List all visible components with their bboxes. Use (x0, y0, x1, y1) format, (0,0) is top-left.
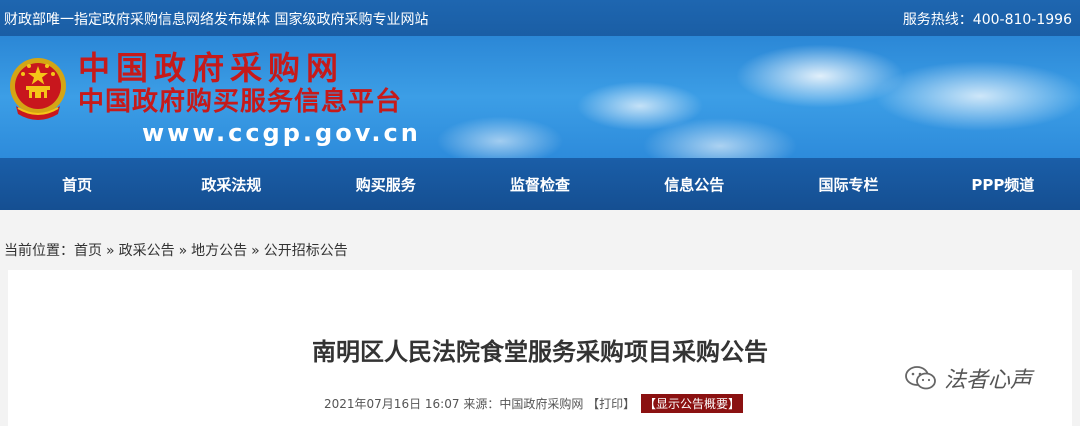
breadcrumb: 当前位置：首页» 政采公告» 地方公告» 公开招标公告 (4, 240, 348, 260)
wechat-watermark: 法者心声 (904, 362, 1032, 394)
site-title: 中国政府采购网 (78, 49, 345, 87)
nav-item-ppp[interactable]: PPP频道 (926, 158, 1080, 210)
site-subtitle: 中国政府购买服务信息平台 (78, 87, 403, 117)
wechat-icon (905, 366, 936, 390)
main-nav: 首页 政采法规 购买服务 监督检查 信息公告 国际专栏 PPP频道 (0, 158, 1080, 210)
nav-item-supervision[interactable]: 监督检查 (463, 158, 617, 210)
show-summary-button[interactable]: 【显示公告概要】 (641, 394, 744, 413)
site-banner: 中国政府采购网 中国政府购买服务信息平台 www.ccgp.gov.cn (0, 36, 1080, 158)
service-hotline: 服务热线：400-810-1996 (902, 12, 1072, 28)
breadcrumb-separator: » (178, 243, 188, 259)
print-button[interactable]: 【打印】 (587, 397, 635, 411)
nav-item-international[interactable]: 国际专栏 (771, 158, 925, 210)
article-date: 2021年07月16日 16:07 (324, 397, 460, 411)
article-source: 中国政府采购网 (499, 397, 584, 411)
breadcrumb-public-tender[interactable]: 公开招标公告 (264, 243, 348, 259)
site-url: www.ccgp.gov.cn (142, 119, 421, 147)
article-card: 南明区人民法院食堂服务采购项目采购公告 2021年07月16日 16:07 来源… (8, 270, 1072, 426)
watermark-text: 法者心声 (944, 368, 1033, 393)
breadcrumb-separator: » (251, 243, 260, 259)
article-source-label: 来源： (463, 397, 500, 411)
breadcrumb-home[interactable]: 首页 (74, 243, 102, 259)
breadcrumb-label: 当前位置： (4, 243, 74, 259)
nav-item-regulations[interactable]: 政采法规 (154, 158, 308, 210)
article-meta: 2021年07月16日 16:07 来源：中国政府采购网 【打印】 【显示公告概… (324, 394, 744, 413)
national-emblem-icon (10, 58, 66, 120)
breadcrumb-procurement-notices[interactable]: 政采公告 (119, 243, 175, 259)
site-slogan: 财政部唯一指定政府采购信息网络发布媒体 国家级政府采购专业网站 (4, 12, 429, 28)
breadcrumb-separator: » (106, 243, 115, 259)
nav-item-purchase-services[interactable]: 购买服务 (309, 158, 463, 210)
nav-item-announcements[interactable]: 信息公告 (617, 158, 771, 210)
site-brand[interactable]: 中国政府采购网 中国政府购买服务信息平台 www.ccgp.gov.cn (78, 50, 421, 148)
top-info-bar: 财政部唯一指定政府采购信息网络发布媒体 国家级政府采购专业网站 服务热线：400… (0, 0, 1080, 36)
nav-item-home[interactable]: 首页 (0, 158, 154, 210)
breadcrumb-local-notices[interactable]: 地方公告 (191, 243, 247, 259)
